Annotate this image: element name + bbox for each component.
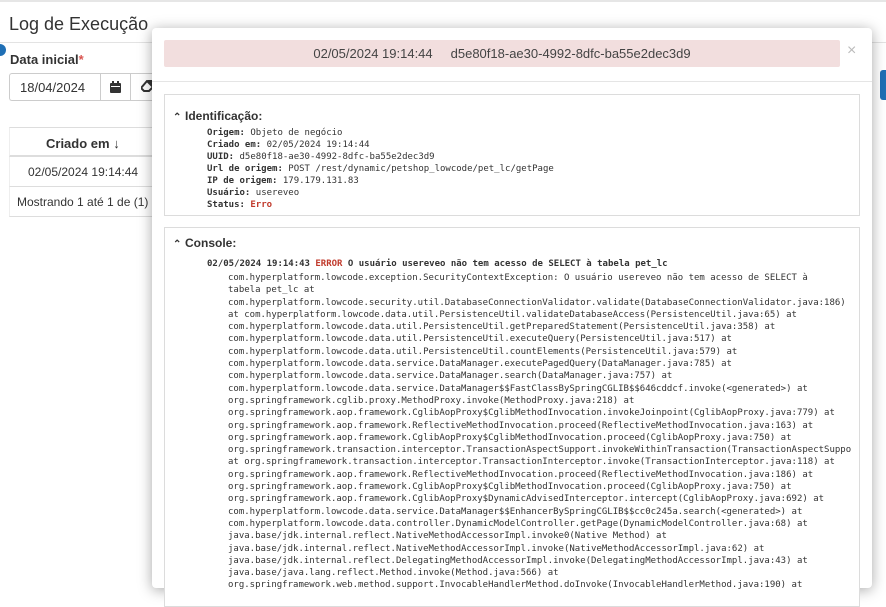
page-title: Log de Execução [9, 14, 149, 34]
stack-line: com.hyperplatform.lowcode.security.util.… [228, 297, 846, 308]
console-title: Console: [185, 236, 237, 250]
field-value: POST /rest/dynamic/petshop_lowcode/pet_l… [288, 164, 554, 174]
field-value: d5e80f18-ae30-4992-8dfc-ba55e2dec3d9 [239, 152, 435, 162]
log-detail-modal: 02/05/2024 19:14:44 d5e80f18-ae30-4992-8… [152, 28, 872, 607]
column-header-label: Criado em [46, 136, 110, 151]
stack-line: org.springframework.cglib.proxy.MethodPr… [228, 395, 635, 406]
arrow-down-icon: ↓ [113, 136, 120, 151]
required-mark: * [78, 52, 84, 67]
stack-line: java.base/java.lang.reflect.Method.invok… [228, 568, 559, 579]
status-value: Erro [250, 200, 273, 210]
console-message: O usuário usereveo não tem acesso de SEL… [347, 259, 668, 269]
stack-line: com.hyperplatform.lowcode.data.service.D… [228, 371, 673, 382]
field-label: Url de origem: [207, 164, 283, 174]
stack-line: org.springframework.aop.framework.Reflec… [228, 420, 814, 431]
field-usuario: Usuário: usereveo [207, 187, 859, 199]
identification-title: Identificação: [185, 109, 263, 123]
table-pagination-info: Mostrando 1 até 1 de (1) It [9, 187, 169, 217]
stack-line: org.springframework.aop.framework.CglibA… [228, 408, 835, 419]
field-status: Status: Erro [207, 199, 859, 211]
field-uuid: UUID: d5e80f18-ae30-4992-8dfc-ba55e2dec3… [207, 151, 859, 163]
modal-divider [152, 81, 872, 82]
stack-line: com.hyperplatform.lowcode.data.service.D… [228, 506, 803, 517]
field-ip: IP de origem: 179.179.131.83 [207, 175, 859, 187]
calendar-icon [110, 81, 121, 93]
right-action-button[interactable] [880, 70, 886, 100]
stack-line: java.base/jdk.internal.reflect.NativeMet… [228, 531, 667, 542]
console-error-line: 02/05/2024 19:14:43 ERROR O usuário user… [207, 258, 859, 270]
stack-line: com.hyperplatform.lowcode.exception.Secu… [228, 273, 808, 283]
field-value: Objeto de negócio [250, 128, 343, 138]
field-label: Status: [207, 200, 245, 210]
stack-line: java.base/jdk.internal.reflect.Delegatin… [228, 555, 808, 566]
field-url: Url de origem: POST /rest/dynamic/petsho… [207, 163, 859, 175]
stack-line: org.springframework.aop.framework.CglibA… [228, 432, 792, 443]
stack-line: org.springframework.transaction.intercep… [228, 445, 852, 456]
stack-line: com.hyperplatform.lowcode.data.util.Pers… [228, 334, 732, 345]
identification-panel: ⌃ Identificação: Origem: Objeto de negóci… [164, 94, 860, 216]
chevron-up-icon: ⌃ [173, 239, 182, 250]
stack-line: org.springframework.web.method.support.I… [228, 580, 803, 591]
stack-line: at org.springframework.transaction.inter… [228, 457, 835, 468]
stack-line: at com.hyperplatform.lowcode.data.util.P… [228, 309, 797, 320]
field-label: Usuário: [207, 188, 251, 198]
chevron-up-icon: ⌃ [173, 112, 182, 123]
console-timestamp: 02/05/2024 19:14:43 [207, 259, 310, 269]
stack-line: java.base/jdk.internal.reflect.NativeMet… [228, 543, 765, 554]
console-panel: ⌃ Console: 02/05/2024 19:14:43 ERROR O us… [164, 227, 860, 607]
identification-toggle[interactable]: ⌃ Identificação: [165, 109, 859, 125]
stack-line: org.springframework.aop.framework.CglibA… [228, 482, 792, 493]
modal-header: 02/05/2024 19:14:44 d5e80f18-ae30-4992-8… [164, 40, 840, 67]
modal-header-date: 02/05/2024 19:14:44 [313, 46, 433, 61]
close-icon[interactable]: × [847, 42, 856, 60]
field-origem: Origem: Objeto de negócio [207, 127, 859, 139]
field-label: Origem: [207, 128, 245, 138]
field-value: 02/05/2024 19:14:44 [266, 140, 370, 150]
row-created-value: 02/05/2024 19:14:44 [28, 165, 139, 179]
date-filter-label-text: Data inicial [10, 52, 79, 67]
stack-line: tabela pet_lc at [228, 285, 315, 296]
stack-line: com.hyperplatform.lowcode.data.controlle… [228, 518, 808, 529]
field-value: usereveo [255, 188, 300, 198]
start-date-input[interactable] [9, 73, 100, 101]
stack-line: org.springframework.aop.framework.Reflec… [228, 469, 814, 480]
identification-list: Origem: Objeto de negócio Criado em: 02/… [207, 127, 859, 211]
date-filter-label: Data inicial* [10, 52, 84, 67]
stack-line: com.hyperplatform.lowcode.data.service.D… [228, 359, 732, 370]
console-level: ERROR [315, 259, 343, 269]
table-row[interactable]: 02/05/2024 19:14:44 [9, 157, 169, 187]
field-criado-em: Criado em: 02/05/2024 19:14:44 [207, 139, 859, 151]
calendar-button[interactable] [100, 73, 131, 101]
top-divider [0, 0, 886, 2]
column-header-created[interactable]: Criado em ↓ [9, 127, 169, 157]
stack-trace: com.hyperplatform.lowcode.exception.Secu… [228, 272, 859, 592]
stack-line: com.hyperplatform.lowcode.data.util.Pers… [228, 322, 776, 333]
console-toggle[interactable]: ⌃ Console: [165, 236, 859, 252]
field-label: UUID: [207, 152, 235, 162]
stack-line: com.hyperplatform.lowcode.data.service.D… [228, 383, 808, 394]
field-value: 179.179.131.83 [282, 176, 359, 186]
stack-line: org.springframework.aop.framework.CglibA… [228, 494, 825, 505]
step-indicator [0, 44, 6, 56]
field-label: Criado em: [207, 140, 262, 150]
field-label: IP de origem: [207, 176, 278, 186]
modal-header-uuid: d5e80f18-ae30-4992-8dfc-ba55e2dec3d9 [450, 46, 691, 61]
stack-line: com.hyperplatform.lowcode.data.util.Pers… [228, 346, 738, 357]
